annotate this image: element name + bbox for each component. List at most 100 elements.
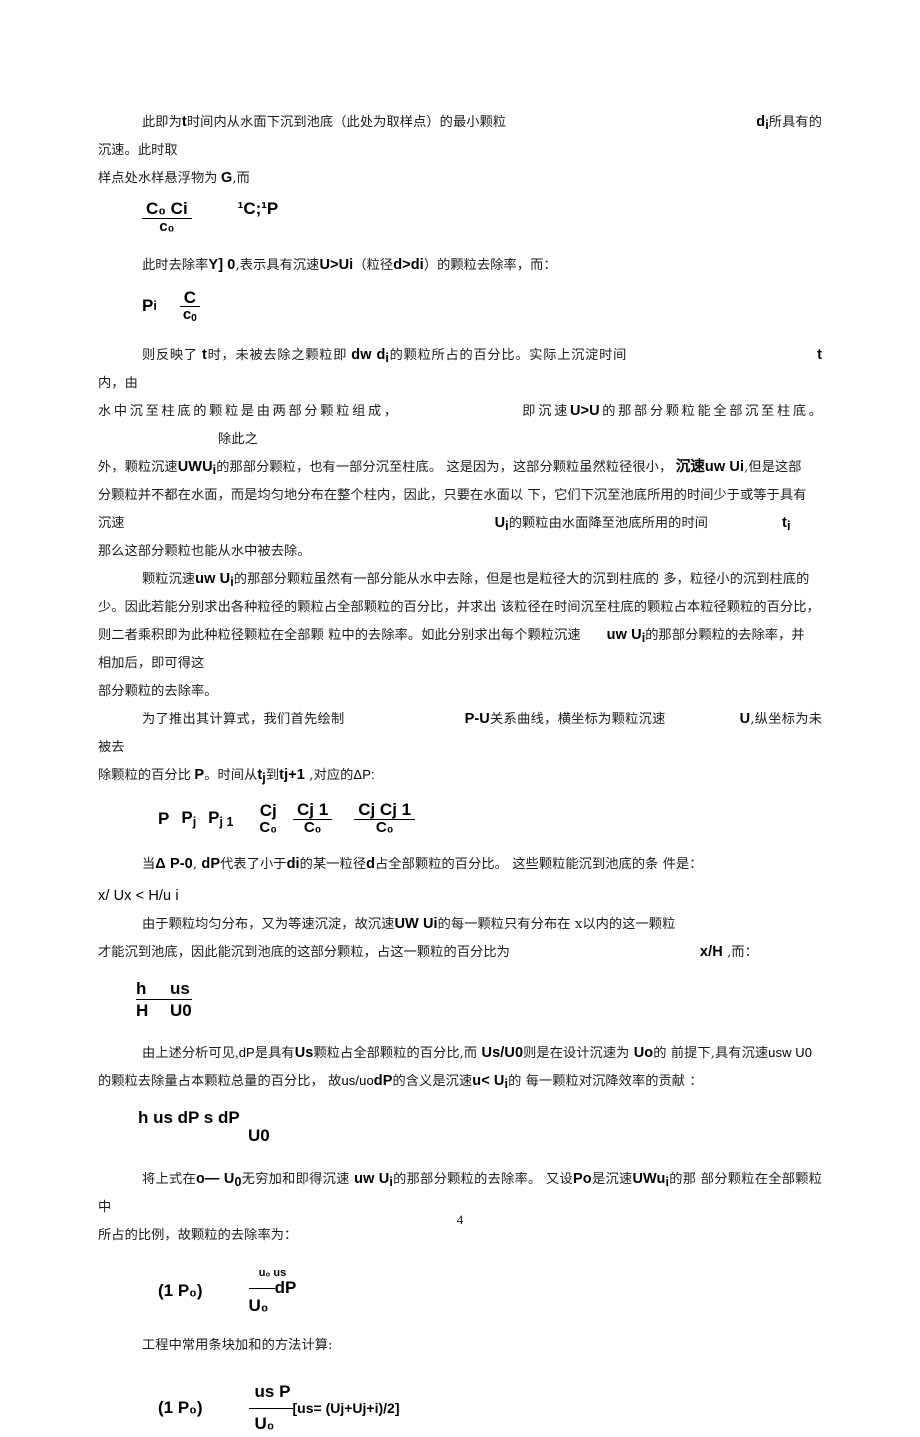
formula-2: Pi C c0 (142, 288, 822, 325)
p5-text-a: 水中沉至柱底的颗粒是由两部分颗粒组成， (98, 404, 400, 420)
formula-2-den-sub: 0 (191, 313, 197, 325)
formula-7-numerator: us P (254, 1381, 291, 1401)
paragraph-20: 才能沉到池底，因此能沉到池底的这部分颗粒，占这一颗粒的百分比为 x/H ,而： (98, 938, 822, 966)
formula-3-num-1: Cj (259, 800, 277, 820)
p16-text-a: 除颗粒的百分比 (98, 768, 192, 784)
p17-text-e: 占全部颗粒的百分比。 这些颗粒能沉到池底的条 件是： (375, 856, 703, 872)
p21-text-h: ,具有沉速 (710, 1046, 769, 1062)
p10-text-a: 颗粒沉速 (142, 572, 196, 588)
p15-text-a: 为了推出其计算式，我们首先绘制 (142, 712, 345, 728)
p16-symbol-dp: ΔP: (353, 767, 375, 783)
formula-1-rhs: ¹C;¹P (237, 199, 279, 218)
p16-symbol-tj1: tj+1 (279, 767, 305, 784)
paragraph-13: 相加后，即可得这 (98, 649, 822, 677)
p10-symbol-u: uw U (195, 571, 231, 588)
formula-2-den-base: c (182, 306, 192, 324)
formula-4-num-left: h (136, 978, 147, 998)
p9-text: 那么这部分颗粒也能从水中被去除。 (98, 544, 311, 560)
p23-text-b: 无穷加和即得沉速 (241, 1172, 355, 1188)
p18-formula: x/ Ux < H/u i (98, 887, 179, 904)
formula-5-denominator: U0 (248, 1126, 270, 1146)
formula-7-lhs: (1 P₀) (158, 1398, 203, 1418)
p12-text-a: 则二者乘积即为此种粒径颗粒在全部颗 粒中的去除率。如此分别求出每个颗粒沉速 (98, 628, 581, 644)
formula-2-lhs: P (142, 295, 154, 315)
formula-5-numerator: h us dP s dP (138, 1108, 240, 1128)
p21-text-a: 由上述分析可见 (142, 1046, 236, 1062)
paragraph-10: 颗粒沉速uw Ui的那部分颗粒虽然有一部分能从水中去除，但是也是粒径大的沉到柱底… (98, 565, 822, 593)
formula-3-den-1: C₀ (259, 818, 278, 836)
p17-symbol-di: di (286, 855, 300, 872)
formula-7-tail: [us= (Uj+Uj+i)/2] (292, 1399, 400, 1416)
formula-7: (1 P₀) us P [us= (Uj+Uj+i)/2] U₀ (158, 1381, 822, 1433)
formula-1: C₀ Ci c₀ ¹C;¹P (142, 200, 822, 235)
paragraph-21: 由上述分析可见,dP是具有Us颗粒占全部颗粒的百分比,而 Us/U0则是在设计沉… (98, 1039, 822, 1067)
p2-text-a: 样点处水样悬浮物为 (98, 171, 218, 186)
p15-symbol-u: U (739, 711, 751, 728)
paragraph-16: 除颗粒的百分比 P。时间从tj到tj+1 ,对应的ΔP: (98, 761, 822, 789)
p21-symbol-dp: ,dP (235, 1045, 255, 1061)
p19-text-a: 由于颗粒均匀分布，又为等速沉淀，故沉速 (142, 916, 395, 932)
p21-text-c: 是具有 (254, 1046, 295, 1062)
p1-text-a: 此即为 (142, 115, 182, 130)
p3-text-e: ）的颗粒去除率，而： (423, 257, 557, 273)
p17-text-c: 代表了小于 (220, 856, 287, 872)
formula-1-fraction: C₀ Ci c₀ (142, 200, 192, 235)
p20-text-b: ,而： (722, 944, 758, 960)
p5-text-c: 的那部分颗粒能全部沉至柱底。 (599, 404, 822, 420)
p3-symbol-u: U>Ui (319, 256, 354, 273)
p19-text-b: 的每一颗粒只有分布在 x以内的这一颗粒 (437, 916, 676, 932)
formula-3-pj1: P (208, 807, 220, 827)
p23-text-d: 是沉速 (591, 1172, 633, 1188)
p20-symbol-xh: x/H (699, 943, 723, 960)
paragraph-6: 外，颗粒沉速UWUi的那部分颗粒，也有一部分沉至柱底。 这是因为，这部分颗粒虽然… (98, 453, 822, 481)
formula-3-den-2: C₀ (303, 819, 322, 837)
formula-3-num-3: Cj Cj 1 (354, 801, 416, 821)
formula-3-pj1-sub: j 1 (219, 814, 234, 829)
p10-text-b: 的那部分颗粒虽然有一部分能从水中去除，但是也是粒径大的沉到柱底的 多，粒径小的沉… (233, 572, 810, 588)
p17-symbol-dp2: dP (201, 855, 221, 872)
p17-text-a: 当 (142, 856, 156, 872)
p6-symbol-u: UWU (177, 459, 213, 476)
page-number: 4 (456, 1212, 464, 1227)
p5-symbol-u: U>U (569, 403, 600, 420)
p6-text-a: 外，颗粒沉速 (98, 460, 178, 476)
document-page: 此即为t时间内从水面下沉到池底（此处为取样点）的最小颗粒 di所具有的沉速。此时取… (0, 0, 920, 1433)
p4-text-c: 的颗粒所占的百分比。实际上沉淀时间 (388, 348, 628, 364)
p16-text-d: ,对应的 (304, 768, 354, 784)
p21-text-e: ,而 (459, 1046, 482, 1062)
p23-symbol-o: o— U (195, 1171, 235, 1188)
p23-symbol-p0: Po (573, 1171, 592, 1188)
p17-text-d: 的某一粒径 (299, 856, 367, 872)
formula-3-den-3: C₀ (375, 819, 394, 837)
p22-symbol-u: u< U (472, 1073, 505, 1090)
p3-text-b: ,表示具有沉速 (235, 257, 320, 273)
paragraph-25: 工程中常用条块加和的方法计算: (98, 1331, 822, 1359)
p24-text: 所占的比例，故颗粒的去除率为： (98, 1228, 298, 1244)
formula-3-num-2: Cj 1 (293, 801, 333, 821)
formula-6-denominator: U₀ (248, 1296, 269, 1315)
formula-4-num-right: us (170, 978, 190, 998)
paragraph-9: 那么这部分颗粒也能从水中被去除。 (98, 537, 822, 565)
p20-text-a: 才能沉到池底，因此能沉到池底的这部分颗粒，占这一颗粒的百分比为 (98, 944, 510, 960)
p6-text-c: ,但是这部 (744, 460, 802, 476)
p16-symbol-p: P (194, 767, 205, 784)
formula-2-denominator: c0 (179, 306, 201, 325)
formula-3-fraction-3: Cj Cj 1 C₀ (354, 801, 416, 837)
paragraph-5: 水中沉至柱底的颗粒是由两部分颗粒组成， 即沉速U>U的那部分颗粒能全部沉至柱底。除… (98, 397, 822, 453)
p22-text-c: 的含义是沉速 (392, 1074, 473, 1090)
p22-symbol-dp: dP (373, 1073, 393, 1090)
paragraph-22: 的颗粒去除量占本颗粒总量的百分比， 故us/uodP的含义是沉速u< Ui的 每… (98, 1067, 822, 1095)
paragraph-14: 部分颗粒的去除率。 (98, 677, 822, 705)
p3-symbol-y: Y] 0 (208, 256, 236, 273)
formula-3-pj: P (181, 807, 193, 827)
p23-text-a: 将上式在 (142, 1172, 196, 1188)
p13-text: 相加后，即可得这 (98, 656, 205, 672)
formula-3-p: P (158, 808, 170, 828)
p16-text-b: 。时间从 (204, 768, 258, 784)
p2-text-b: ,而 (232, 171, 250, 186)
paragraph-17: 当Δ P-0, dP代表了小于di的某一粒径d占全部颗粒的百分比。 这些颗粒能沉… (98, 850, 822, 878)
formula-3-fraction-1: Cj C₀ (255, 800, 281, 836)
p25-text: 工程中常用条块加和的方法计算: (142, 1337, 333, 1353)
paragraph-19: 由于颗粒均匀分布，又为等速沉淀，故沉速UW Ui的每一颗粒只有分布在 x以内的这… (98, 910, 822, 938)
formula-2-numerator: C (179, 288, 200, 308)
